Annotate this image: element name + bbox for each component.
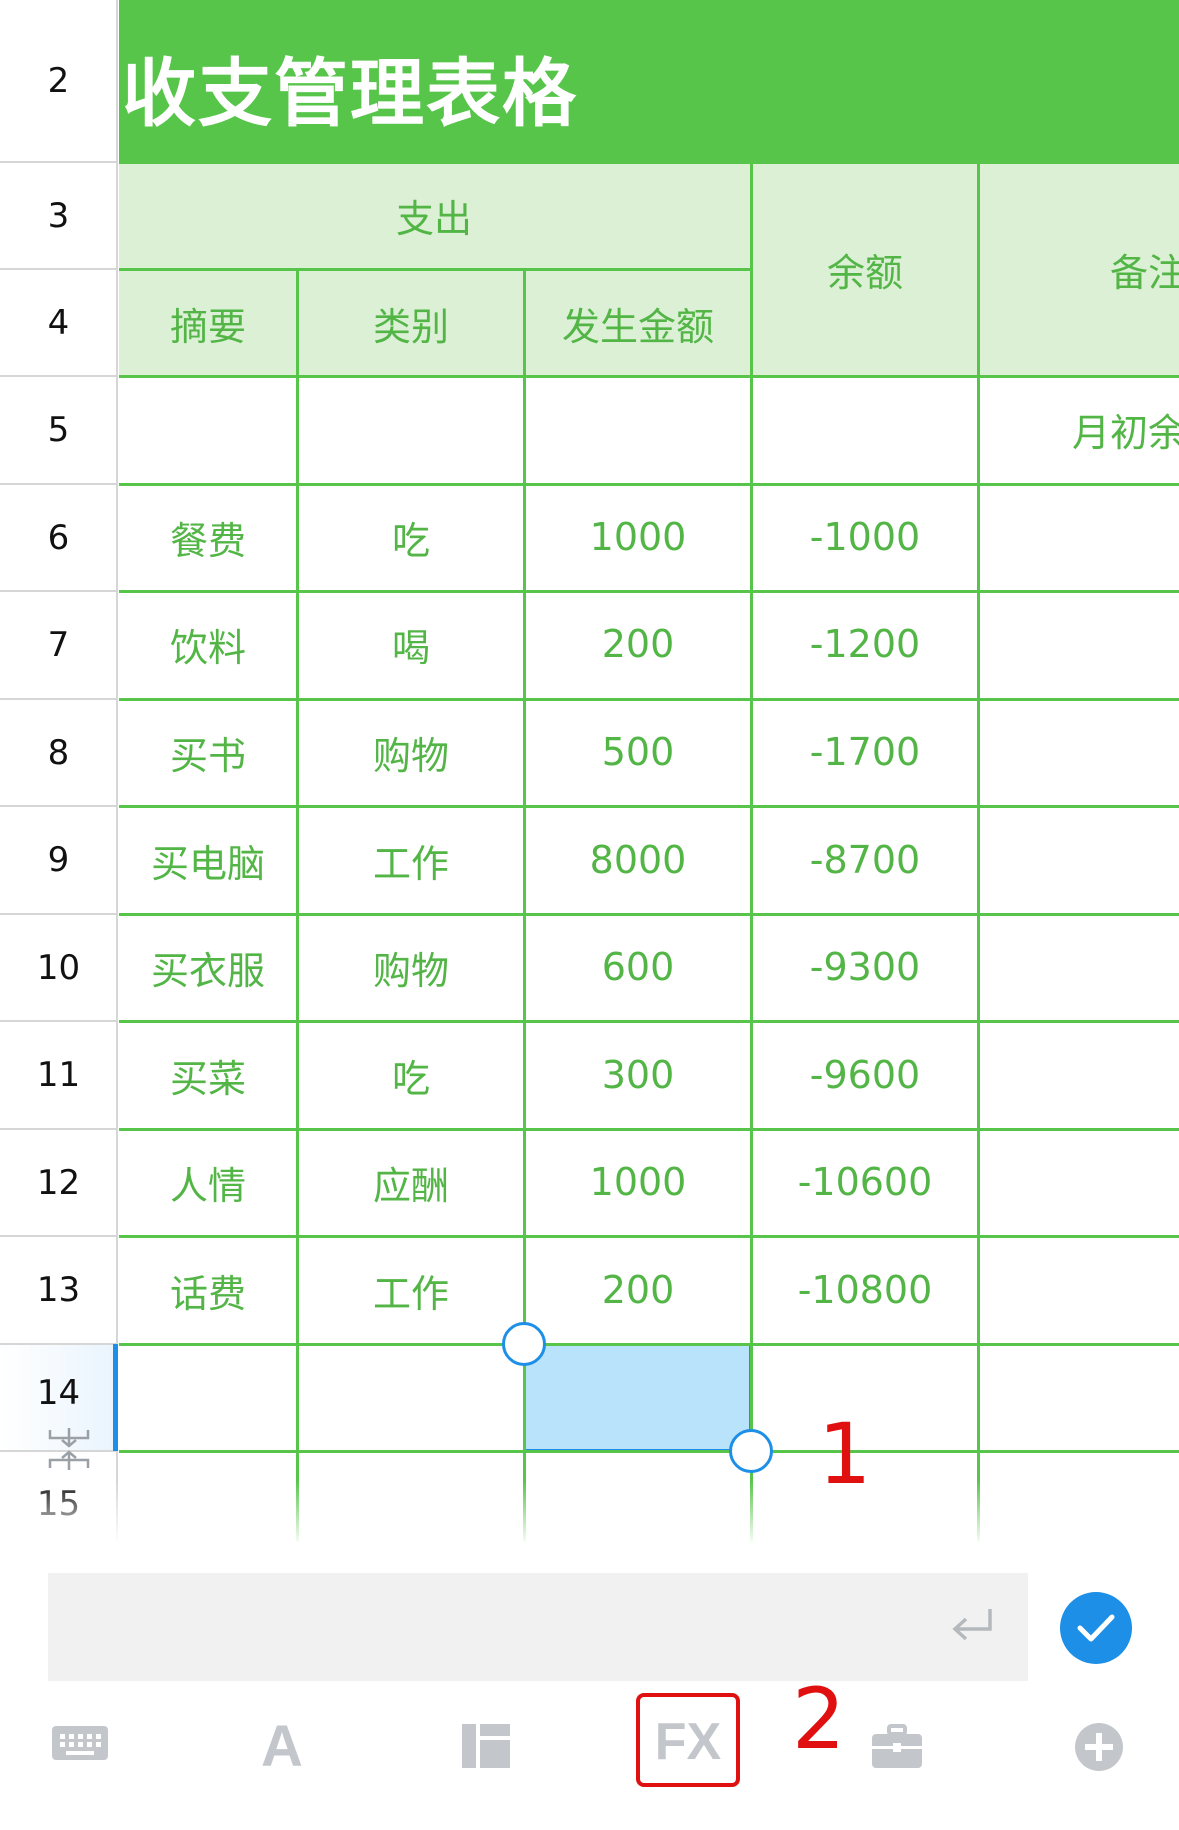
add-icon[interactable] [1074, 1722, 1124, 1772]
grid-line [977, 161, 980, 1542]
grid-line [119, 375, 1179, 378]
grid-line [119, 268, 751, 271]
toolbox-icon[interactable] [872, 1724, 922, 1768]
grid-line [119, 1020, 1179, 1023]
enter-icon[interactable] [946, 1603, 998, 1649]
row-header-4[interactable]: 4 [0, 270, 117, 377]
row-header-3[interactable]: 3 [0, 163, 117, 270]
row-selection-indicator [113, 1344, 118, 1451]
grid-line [119, 161, 1179, 164]
cell-balance[interactable]: -8700 [753, 808, 977, 912]
cell-balance[interactable]: -9600 [753, 1023, 977, 1127]
row-header-6[interactable]: 6 [0, 485, 117, 592]
header-balance[interactable]: 余额 [753, 163, 977, 375]
grid-line [296, 269, 299, 1542]
row-resize-icon[interactable] [46, 1426, 92, 1472]
header-category[interactable]: 类别 [299, 271, 523, 375]
cell-note-row5[interactable]: 月初余 [1072, 377, 1179, 481]
cell-amount[interactable]: 200 [526, 1238, 750, 1342]
cell-summary[interactable]: 人情 [119, 1130, 297, 1234]
row-header-8[interactable]: 8 [0, 700, 117, 807]
keyboard-icon[interactable] [52, 1726, 108, 1760]
cell-category[interactable]: 购物 [299, 915, 523, 1019]
row-header-divider [116, 0, 118, 1542]
grid-line [119, 698, 1179, 701]
cell-category[interactable]: 购物 [299, 700, 523, 804]
cell-balance[interactable]: -1000 [753, 485, 977, 589]
selection-handle-top-left[interactable] [502, 1322, 546, 1366]
cell-summary[interactable]: 买电脑 [119, 808, 297, 912]
row-header-7[interactable]: 7 [0, 592, 117, 700]
row-header-2[interactable]: 2 [0, 0, 117, 163]
cell-category[interactable]: 吃 [299, 485, 523, 589]
cell-summary[interactable]: 饮料 [119, 592, 297, 696]
cell-category[interactable]: 吃 [299, 1023, 523, 1127]
header-note[interactable]: 备注 [1110, 163, 1179, 375]
grid-line [119, 1235, 1179, 1238]
annotation-step-1: 1 [818, 1405, 872, 1503]
cell-summary[interactable]: 买衣服 [119, 915, 297, 1019]
header-summary[interactable]: 摘要 [119, 271, 297, 375]
cell-category[interactable]: 工作 [299, 808, 523, 912]
cell-amount[interactable]: 500 [526, 700, 750, 804]
cell-balance[interactable]: -1700 [753, 700, 977, 804]
formula-input[interactable] [48, 1573, 1028, 1681]
cell-category[interactable]: 应酬 [299, 1130, 523, 1234]
selected-cell[interactable] [524, 1344, 751, 1451]
cell-summary[interactable]: 话费 [119, 1238, 297, 1342]
selection-handle-bottom-right[interactable] [729, 1429, 773, 1473]
header-expense-group[interactable]: 支出 [119, 163, 749, 267]
row-header-13[interactable]: 13 [0, 1237, 117, 1345]
spreadsheet-grid[interactable]: 收支管理表格 支出 摘要 类别 发生金额 余额 备注 月初余 餐费 吃 1000… [0, 0, 1179, 1542]
row-header-10[interactable]: 10 [0, 915, 117, 1022]
row-header-9[interactable]: 9 [0, 807, 117, 915]
grid-line [119, 1343, 1179, 1346]
grid-line [750, 161, 753, 1542]
grid-line [119, 805, 1179, 808]
cell-balance[interactable]: -10800 [753, 1238, 977, 1342]
cell-amount[interactable]: 8000 [526, 808, 750, 912]
cell-category[interactable]: 工作 [299, 1238, 523, 1342]
confirm-button[interactable] [1060, 1592, 1132, 1664]
grid-fade [0, 1480, 1179, 1542]
header-amount[interactable]: 发生金额 [526, 271, 750, 375]
cell-summary[interactable]: 买菜 [119, 1023, 297, 1127]
row-header-5[interactable]: 5 [0, 377, 117, 485]
sheet-title[interactable]: 收支管理表格 [122, 34, 578, 141]
grid-line [119, 1450, 1179, 1453]
layout-icon[interactable] [462, 1724, 510, 1768]
cell-amount[interactable]: 300 [526, 1023, 750, 1127]
grid-line [119, 590, 1179, 593]
row-header-column: 2 3 4 5 6 7 8 9 10 11 12 13 14 15 [0, 0, 117, 1542]
cell-amount[interactable]: 600 [526, 915, 750, 1019]
cell-summary[interactable]: 买书 [119, 700, 297, 804]
row-header-11[interactable]: 11 [0, 1022, 117, 1130]
cell-summary[interactable]: 餐费 [119, 485, 297, 589]
grid-line [119, 483, 1179, 486]
cell-balance[interactable]: -10600 [753, 1130, 977, 1234]
grid-line [119, 913, 1179, 916]
fx-icon[interactable]: FX [650, 1712, 726, 1772]
cell-amount[interactable]: 200 [526, 592, 750, 696]
cell-amount[interactable]: 1000 [526, 485, 750, 589]
cell-balance[interactable]: -9300 [753, 915, 977, 1019]
font-icon[interactable]: A [252, 1714, 312, 1779]
annotation-step-2: 2 [792, 1670, 846, 1768]
grid-line [119, 1128, 1179, 1131]
checkmark-icon [1077, 1614, 1115, 1642]
cell-category[interactable]: 喝 [299, 592, 523, 696]
cell-balance[interactable]: -1200 [753, 592, 977, 696]
row-header-12[interactable]: 12 [0, 1130, 117, 1237]
cell-amount[interactable]: 1000 [526, 1130, 750, 1234]
